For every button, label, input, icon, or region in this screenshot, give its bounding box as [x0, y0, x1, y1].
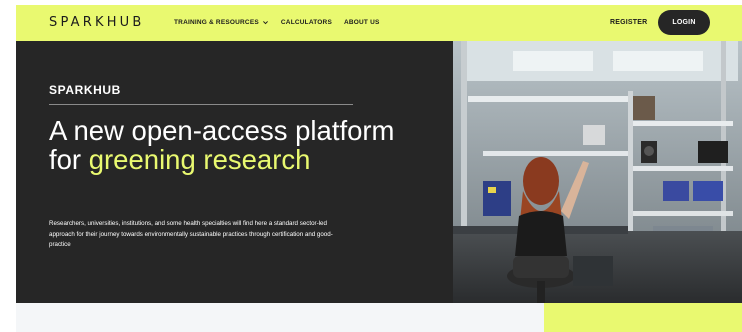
hero-text-panel: SPARKHUB A new open-access platform for …: [16, 41, 453, 303]
hero-brand: SPARKHUB: [49, 83, 121, 97]
nav-about-us-label: ABOUT US: [343, 19, 380, 26]
nav-calculators[interactable]: CALCULATORS: [281, 19, 332, 26]
page: SPARKHUB TRAINING & RESOURCES CALCULATOR…: [16, 5, 742, 332]
hero-title: A new open-access platform for greening …: [49, 116, 429, 174]
nav-training-resources-label: TRAINING & RESOURCES: [174, 19, 259, 26]
lab-scene-illustration: [453, 41, 742, 303]
chevron-down-icon: [262, 21, 268, 25]
hero-lab-photo: [453, 41, 742, 303]
nav-about-us[interactable]: ABOUT US: [344, 19, 380, 26]
sparkhub-logo[interactable]: SPARKHUB: [49, 15, 145, 30]
register-link[interactable]: REGISTER: [610, 19, 647, 26]
hero-divider: [49, 104, 353, 105]
top-navbar: SPARKHUB TRAINING & RESOURCES CALCULATOR…: [16, 5, 742, 41]
login-button[interactable]: LOGIN: [658, 10, 710, 35]
hero-title-accent: greening research: [88, 144, 311, 175]
nav-calculators-label: CALCULATORS: [280, 19, 332, 26]
hero-description: Researchers, universities, institutions,…: [49, 220, 333, 248]
nav-training-resources[interactable]: TRAINING & RESOURCES: [174, 19, 269, 26]
next-section-light: [16, 303, 544, 332]
next-section-accent: [544, 303, 742, 332]
main-nav: TRAINING & RESOURCES CALCULATORS ABOUT U…: [174, 19, 380, 26]
